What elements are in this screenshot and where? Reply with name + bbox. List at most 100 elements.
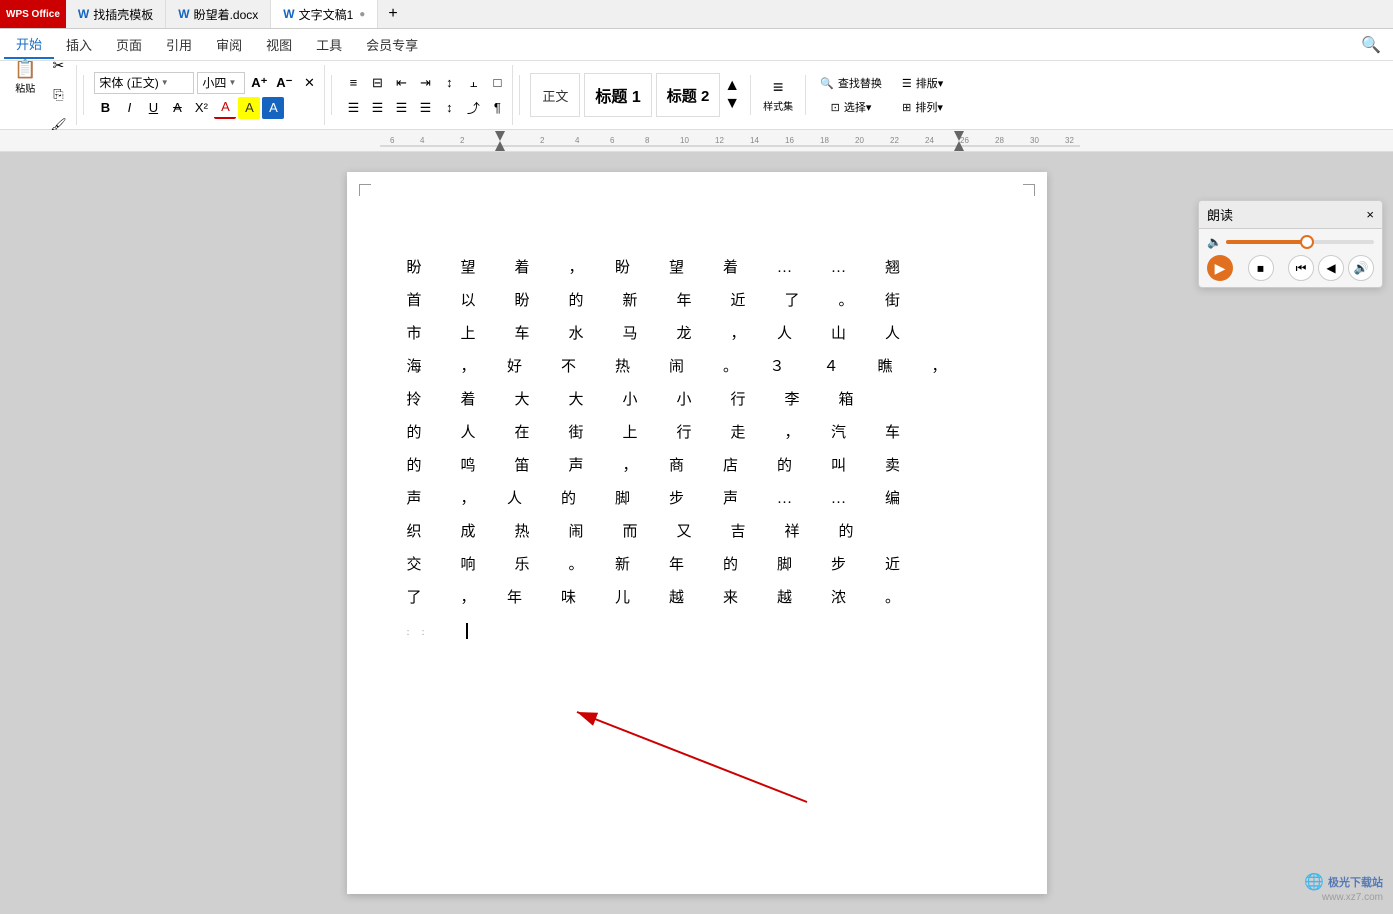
reading-panel-close[interactable]: × [1366,207,1374,222]
indent-right-btn[interactable]: ⇥ [414,72,436,94]
stop-button[interactable]: ⏹ [1248,255,1274,281]
rewind-button[interactable]: ⏮ [1288,255,1314,281]
reading-panel-header: 朗读 × [1199,201,1382,229]
line-spacing-btn[interactable]: ↕ [438,97,460,119]
find-replace-label: 查找替换 [838,75,882,91]
tab-template[interactable]: W 找插壳模板 [66,0,166,28]
find-replace-btn[interactable]: 🔍 查找替换 [816,73,886,93]
typeset-btn[interactable]: ☰ 排版▾ [898,73,947,93]
clear-format-btn[interactable]: ✕ [298,72,320,94]
tab-view[interactable]: 视图 [254,31,304,58]
superscript-btn[interactable]: X² [190,97,212,119]
play-button[interactable]: ▶ [1207,255,1233,281]
cut-button[interactable]: ✂ [44,51,72,79]
align-left-btn[interactable]: ☰ [342,97,364,119]
arrow-up-icon: ▲ [724,77,740,95]
highlight-btn[interactable]: A [238,97,260,119]
bold-btn[interactable]: B [94,97,116,119]
font-name-selector[interactable]: 宋体 (正文) ▼ [94,72,194,94]
style-set-btn[interactable]: ≡ 样式集 [757,69,799,121]
increase-font-btn[interactable]: A⁺ [248,72,270,94]
para-mark-btn[interactable]: ¶ [486,97,508,119]
paste-label: 粘贴 [15,80,35,95]
svg-text:32: 32 [1065,136,1074,145]
reading-panel-body: 🔈 ▶ ⏹ ⏮ ◀ 🔊 [1199,229,1382,287]
italic-btn[interactable]: I [118,97,140,119]
svg-text:10: 10 [680,136,689,145]
svg-text:8: 8 [645,136,650,145]
slider-row: 🔈 [1207,235,1374,249]
font-color-btn[interactable]: A [214,97,236,119]
svg-text:2: 2 [460,136,465,145]
title-bar: WPS Office W 找插壳模板 W 盼望着.docx W 文字文稿1 ● … [0,0,1393,29]
copy-button[interactable]: ⎘ [44,81,72,109]
tab-tools[interactable]: 工具 [304,31,354,58]
speed-slider-fill [1226,240,1307,244]
font-row2: B I U A X² A A A [94,97,284,119]
find-group: 🔍 查找替换 ⊡ 选择▾ [812,65,890,125]
speed-slider-thumb[interactable] [1300,235,1314,249]
bullet-list-btn[interactable]: ≡ [342,72,364,94]
column-btn[interactable]: ⫠ [462,72,484,94]
strikethrough-btn[interactable]: A [166,97,188,119]
sort-btn[interactable]: ⤴ [462,97,484,119]
prev-sentence-btn[interactable]: ◀ [1318,255,1344,281]
ribbon-content: 📋 粘贴 ✂ ⎘ 🖌 宋体 (正文) ▼ [0,61,1393,129]
arrange-btn[interactable]: ⊞ 排列▾ [898,97,947,117]
align-justify-btn[interactable]: ☰ [414,97,436,119]
document-content[interactable]: 盼 望 着 ， 盼 望 着 … … 翘 首 以 盼 的 新 年 近 了 。 街 … [407,252,987,648]
select-btn[interactable]: ⊡ 选择▾ [816,97,886,117]
text-direction-btn[interactable]: ↕ [438,72,460,94]
font-size-selector[interactable]: 小四 ▼ [197,72,245,94]
svg-text:28: 28 [995,136,1004,145]
main-area: 盼 望 着 ， 盼 望 着 … … 翘 首 以 盼 的 新 年 近 了 。 街 … [0,152,1393,914]
tab-dot: ● [359,9,365,20]
select-label: 选择▾ [844,99,872,115]
title-bar-left: WPS Office W 找插壳模板 W 盼望着.docx W 文字文稿1 ● … [0,0,408,28]
volume-low-icon: 🔈 [1207,235,1222,249]
tab-panwang[interactable]: W 盼望着.docx [166,0,271,28]
numbering-btn[interactable]: ⊟ [366,72,388,94]
tab-page[interactable]: 页面 [104,31,154,58]
font-size-arrow: ▼ [228,78,236,87]
indent-left-btn[interactable]: ⇤ [390,72,412,94]
decrease-font-btn[interactable]: A⁻ [273,72,295,94]
char-shade-btn[interactable]: A [262,97,284,119]
tab-wenzicao[interactable]: W 文字文稿1 ● [271,0,378,28]
style-gallery: 正文 标题 1 标题 2 ▲ ▼ [526,65,744,125]
paragraph-group: ≡ ⊟ ⇤ ⇥ ↕ ⫠ □ ☰ ☰ ☰ ☰ ↕ ⤴ ¶ [338,65,513,125]
style-normal[interactable]: 正文 [530,73,580,117]
typeset-icon: ☰ [902,77,912,90]
new-tab-button[interactable]: + [378,0,407,28]
volume-btn[interactable]: 🔊 [1348,255,1374,281]
align-right-btn[interactable]: ☰ [390,97,412,119]
brand-url: www.xz7.com [1322,892,1383,903]
tab-review[interactable]: 审阅 [204,31,254,58]
style-heading2[interactable]: 标题 2 [656,73,721,117]
document-page[interactable]: 盼 望 着 ， 盼 望 着 … … 翘 首 以 盼 的 新 年 近 了 。 街 … [347,172,1047,894]
find-icon: 🔍 [820,77,834,90]
paste-btns: 📋 粘贴 ✂ ⎘ 🖌 [8,51,72,139]
underline-btn[interactable]: U [142,97,164,119]
doc-line-3: 市 上 车 水 马 龙 ， 人 山 人 [407,318,987,351]
border-btn[interactable]: □ [486,72,508,94]
style-heading1[interactable]: 标题 1 [584,73,651,117]
style-gallery-arrows[interactable]: ▲ ▼ [724,77,740,113]
typeset-label: 排版▾ [916,75,944,91]
speed-slider-track[interactable] [1226,240,1374,244]
tab-reference[interactable]: 引用 [154,31,204,58]
tab-member[interactable]: 会员专享 [354,31,430,58]
search-icon[interactable]: 🔍 [1353,31,1389,59]
paste-button[interactable]: 📋 粘贴 [8,51,42,103]
tab-label-3: 文字文稿1 [299,6,354,23]
svg-text:14: 14 [750,136,759,145]
paragraph-handle-icon: :: [407,626,437,638]
ribbon-tab-row: 开始 插入 页面 引用 审阅 视图 工具 会员专享 🔍 [0,29,1393,61]
clipboard-group: 📋 粘贴 ✂ ⎘ 🖌 [4,65,77,125]
doc-line-1: 盼 望 着 ， 盼 望 着 … … 翘 [407,252,987,285]
align-center-btn[interactable]: ☰ [366,97,388,119]
tab-icon-2: W [178,7,189,21]
brand-icon: 🌐 [1304,872,1324,892]
paste-group: 📋 粘贴 ✂ ⎘ 🖌 [8,51,72,139]
font-name-value: 宋体 (正文) [99,74,158,91]
